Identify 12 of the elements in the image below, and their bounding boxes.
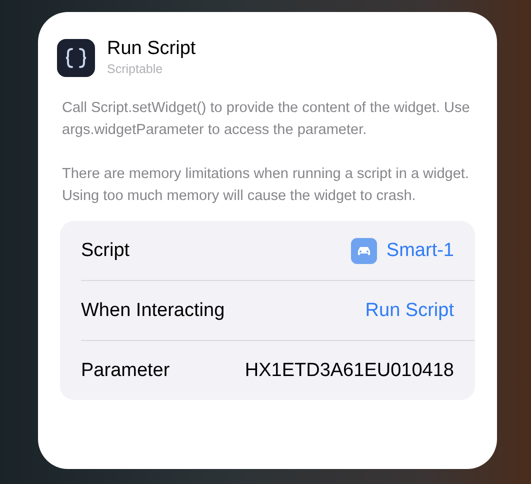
parameter-field[interactable]: HX1ETD3A61EU010418 (224, 360, 454, 382)
setting-label: Script (81, 240, 130, 262)
app-name: Scriptable (107, 61, 164, 77)
interaction-picker[interactable]: Run Script (365, 300, 454, 322)
script-picker[interactable]: Smart-1 (386, 240, 454, 262)
description-paragraph: Call Script.setWidget() to provide the content of the widget. Use args.widgetParameter to access the parameter. (62, 99, 471, 140)
car-icon (351, 238, 378, 264)
curly-braces-app-icon (57, 39, 95, 77)
description-paragraph: There are memory limitations when running a script in a widget. Using too much memory will cause the widget to crash. (62, 165, 470, 206)
action-title: Run Script (107, 37, 196, 61)
setting-label: When Interacting (81, 300, 225, 322)
setting-label: Parameter (81, 360, 170, 382)
